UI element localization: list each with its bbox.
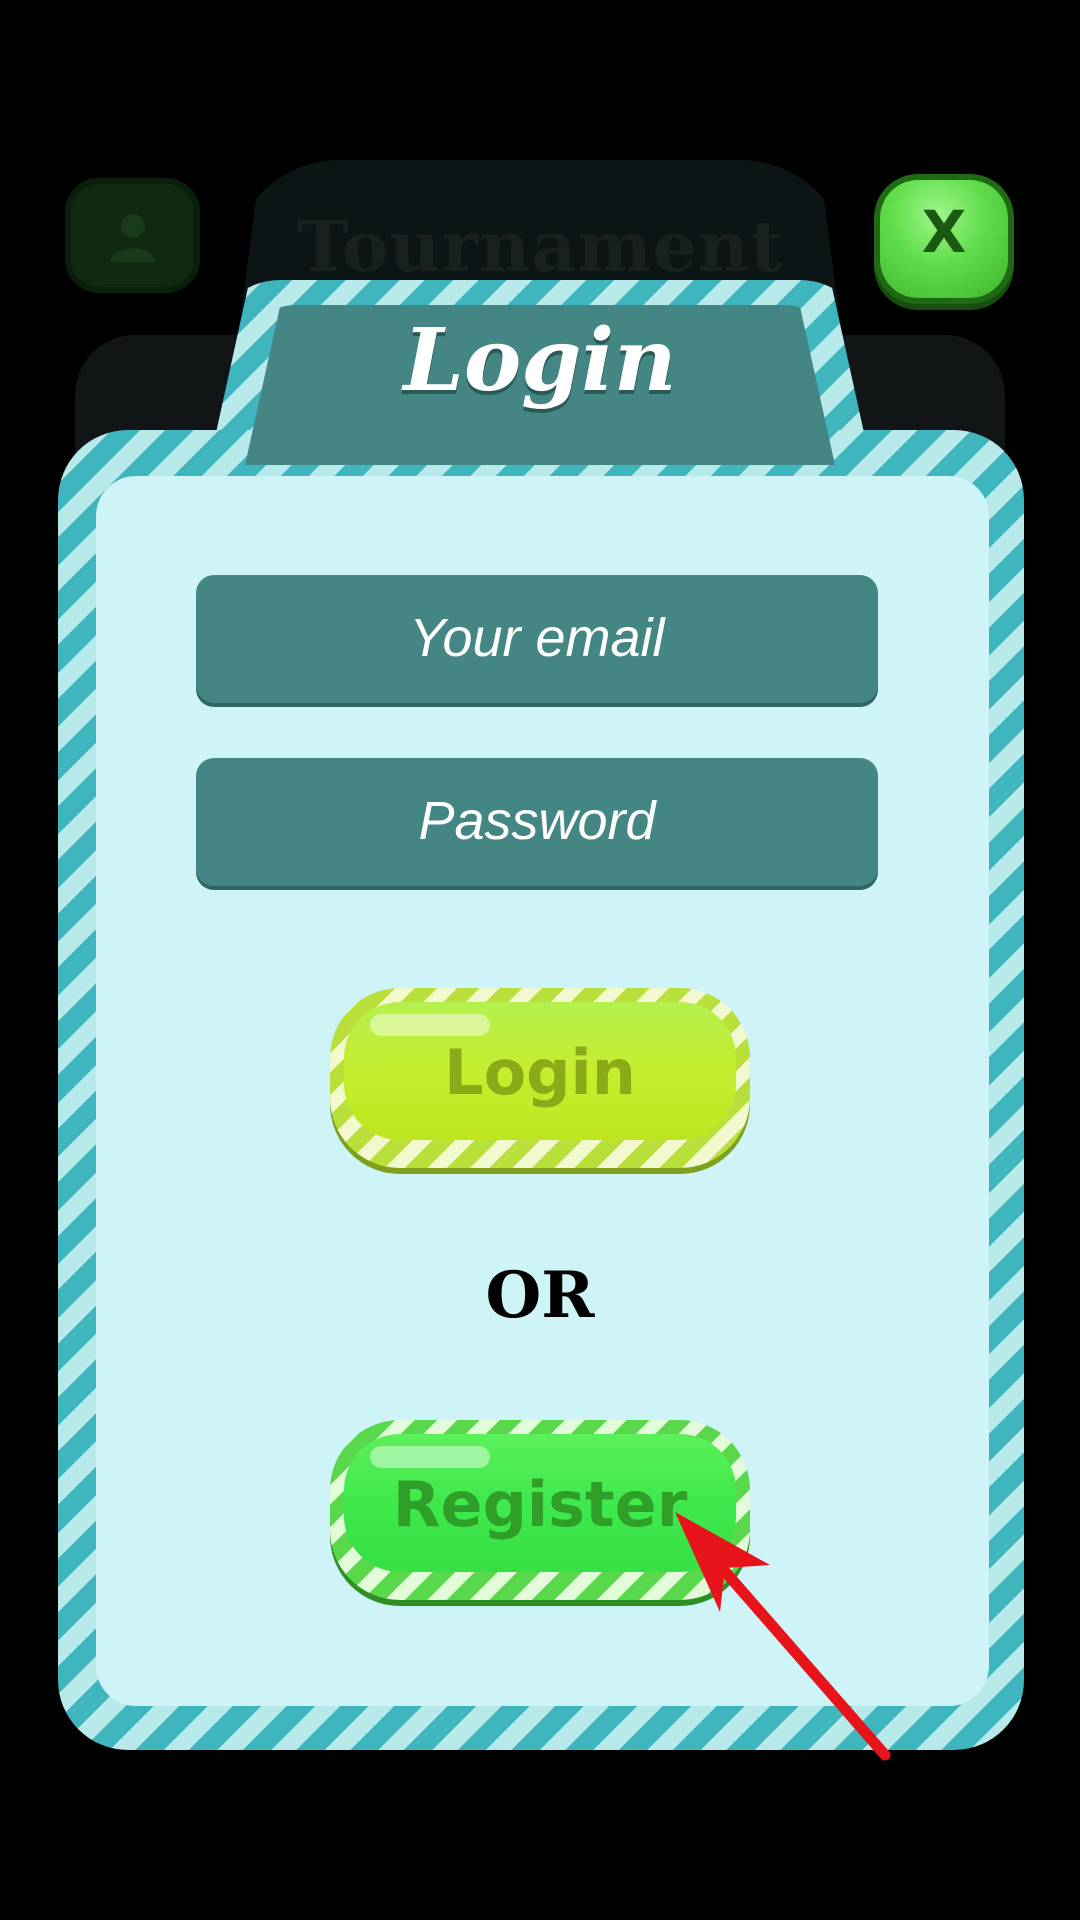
close-button[interactable]: X — [880, 180, 1008, 298]
email-placeholder: Your email — [409, 608, 665, 668]
password-field[interactable]: Password — [196, 758, 878, 886]
or-separator: OR — [485, 1258, 595, 1333]
login-button[interactable]: Login — [330, 988, 750, 1168]
register-button-gloss — [370, 1446, 490, 1468]
red-arrow-pointer-icon — [675, 1512, 891, 1761]
dialog-title: Login — [403, 310, 677, 411]
password-placeholder: Password — [418, 791, 656, 851]
login-button-gloss — [370, 1014, 490, 1036]
login-button-label: Login — [444, 1036, 636, 1109]
email-field[interactable]: Your email — [196, 575, 878, 703]
game-screen: Tournament X Login Your email Password L… — [0, 0, 1080, 1920]
close-icon: X — [921, 198, 967, 266]
